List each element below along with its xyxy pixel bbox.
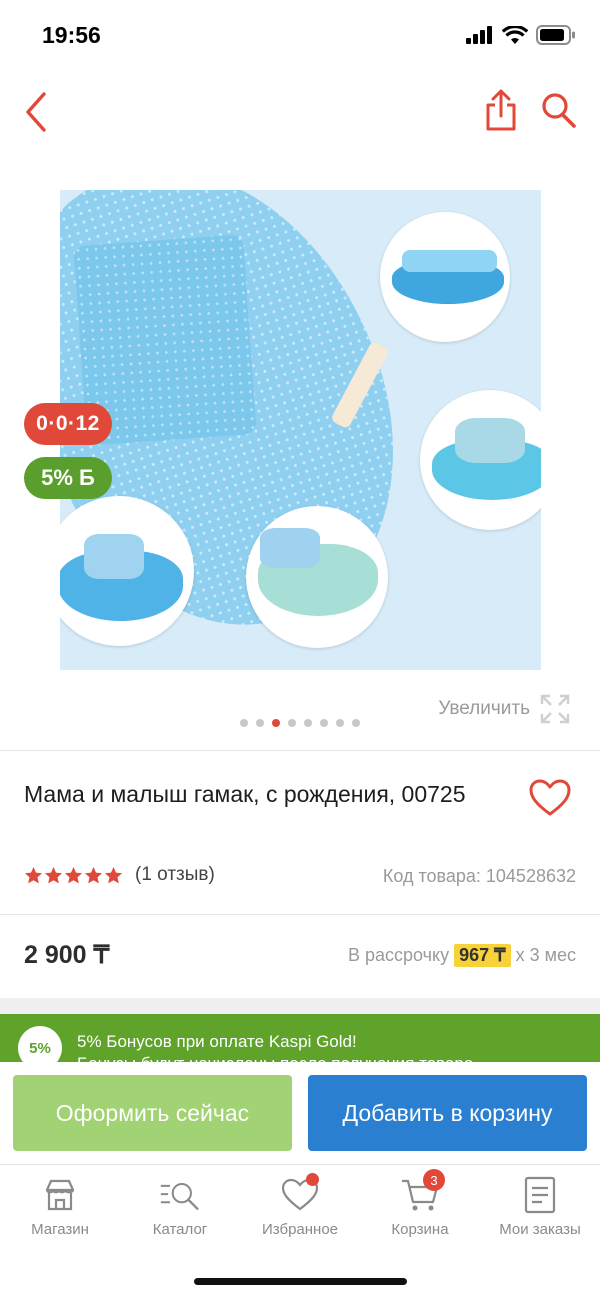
gallery-dot[interactable] (320, 719, 328, 727)
gallery-dot[interactable] (336, 719, 344, 727)
expand-icon (540, 694, 570, 724)
battery-icon (536, 25, 575, 45)
star-icon (64, 866, 83, 883)
tab-store[interactable]: Магазин (0, 1175, 120, 1245)
divider (0, 914, 600, 915)
zoom-label: Увеличить (438, 698, 530, 719)
product-title: Мама и малыш гамак, с рождения, 00725 (24, 781, 466, 807)
chevron-left-icon (26, 92, 46, 132)
gallery-dot[interactable] (272, 719, 280, 727)
thumbnail-tub-1 (380, 212, 510, 342)
star-icon (84, 866, 103, 883)
buy-now-button[interactable]: Оформить сейчас (13, 1075, 292, 1151)
divider (0, 750, 600, 751)
gallery-dot[interactable] (352, 719, 360, 727)
nav-bar (0, 80, 600, 144)
heart-icon (279, 1173, 321, 1215)
star-icon (104, 866, 123, 883)
orders-icon (519, 1175, 561, 1215)
tab-label: Мои заказы (499, 1221, 581, 1238)
star-icon (24, 866, 43, 883)
product-image[interactable] (60, 190, 541, 670)
tab-label: Избранное (261, 1221, 339, 1238)
signal-icon (466, 26, 492, 44)
gallery-dot[interactable] (304, 719, 312, 727)
share-button[interactable] (484, 88, 518, 132)
tab-label: Каталог (152, 1221, 208, 1238)
star-rating (24, 866, 123, 885)
zoom-button[interactable]: Увеличить (438, 694, 570, 724)
installment-suffix: х 3 мес (515, 945, 576, 965)
gallery-dot[interactable] (288, 719, 296, 727)
installment-badge: 0·0·12 (24, 403, 112, 445)
bonus-title: 5% Бонусов при оплате Kaspi Gold! (77, 1032, 357, 1051)
tab-cart[interactable]: 3 Корзина (360, 1169, 480, 1245)
catalog-search-icon (159, 1175, 201, 1215)
share-icon (486, 89, 516, 131)
favorites-indicator-dot (306, 1173, 319, 1186)
rating[interactable]: (1 отзыв) (24, 864, 215, 886)
wifi-icon (502, 25, 528, 44)
gallery-dot[interactable] (240, 719, 248, 727)
tab-orders[interactable]: Мои заказы (480, 1175, 600, 1245)
reviews-count[interactable]: (1 отзыв) (135, 864, 215, 886)
cart-icon: 3 (399, 1169, 445, 1215)
section-separator (0, 998, 600, 1014)
bonus-badge: 5% Б (24, 457, 112, 499)
action-bar: Оформить сейчас Добавить в корзину (0, 1062, 600, 1164)
installment-info: В рассрочку 967 ₸ х 3 мес (348, 944, 576, 967)
status-icons (466, 25, 576, 45)
tab-label: Магазин (31, 1221, 89, 1238)
cart-count-badge: 3 (423, 1169, 445, 1191)
add-to-cart-button[interactable]: Добавить в корзину (308, 1075, 587, 1151)
status-time: 19:56 (42, 22, 101, 48)
tab-favorites[interactable]: Избранное (240, 1173, 360, 1245)
gallery-dot[interactable] (256, 719, 264, 727)
search-button[interactable] (540, 90, 578, 130)
installment-prefix: В рассрочку (347, 945, 450, 965)
search-icon (542, 93, 576, 128)
status-bar: 19:56 (0, 0, 600, 70)
heart-outline-icon (529, 779, 571, 816)
thumbnail-tub-4 (246, 506, 388, 648)
gallery-pagination (240, 719, 360, 727)
thumbnail-tub-2 (420, 390, 541, 530)
back-button[interactable] (20, 90, 54, 134)
tab-catalog[interactable]: Каталог (120, 1175, 240, 1245)
product-price: 2 900 ₸ (24, 941, 110, 969)
favorite-button[interactable] (528, 778, 572, 818)
installment-amount: 967 ₸ (454, 944, 511, 967)
product-sku: Код товара: 104528632 (382, 866, 576, 886)
home-indicator (194, 1278, 407, 1285)
store-icon (39, 1175, 81, 1215)
star-icon (44, 866, 63, 883)
tab-label: Корзина (391, 1221, 449, 1238)
